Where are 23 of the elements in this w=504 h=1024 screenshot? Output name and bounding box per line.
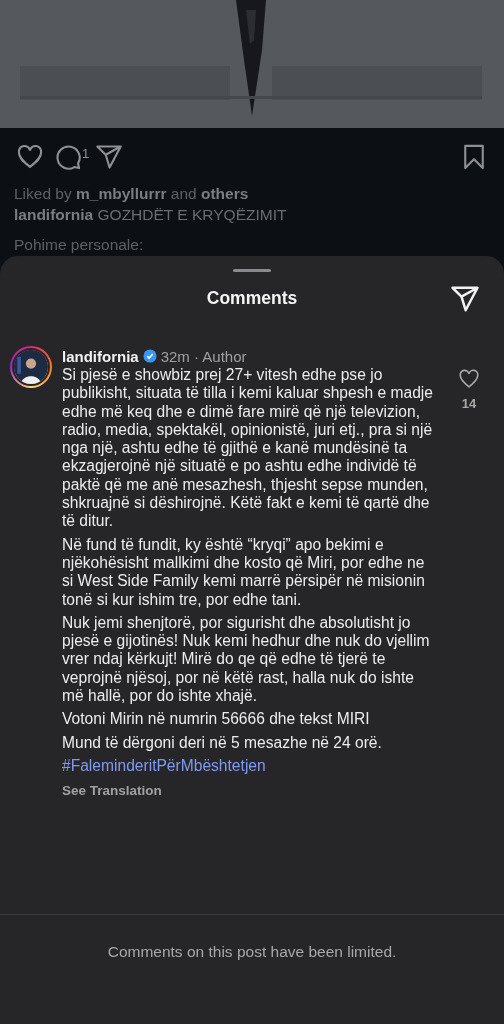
limited-comments-notice: Comments on this post have been limited.: [107, 943, 397, 962]
comment-count: 1: [82, 145, 90, 161]
post-caption: landifornia GOZHDËT E KRYQËZIMIT: [13, 205, 288, 224]
hashtag-link[interactable]: #FaleminderitPërMbështetjen: [62, 756, 438, 776]
drag-handle[interactable]: [233, 269, 271, 272]
avatar[interactable]: [10, 346, 52, 388]
comment-paragraph: Si pjesë e showbiz prej 27+ vitesh edhe pse jo publikisht, situata të tilla i kemi kaluar shpesh e madje edhe më keq dhe e dimë fare mirë që një televizion, radio, media, spektakël, opinionistë, juri etj., pra si një nga një, ashtu edhe të gjithë e kanë mundësinë ta ekzagjerojnë një situatë e po ashtu edhe individë të paktë që me anë mesazhesh, thjesht sepse munden, shkruajnë si dëshirojnë. Këtë fakt e kemi të qartë dhe të ditur.: [62, 366, 434, 531]
comment-meta: 32m · Author: [160, 347, 247, 365]
comment-paragraph: Nuk jemi shenjtorë, por sigurisht dhe absolutisht jo pjesë e gijotinës! Nuk kemi hedhur dhe nuk do vjellim vrer ndaj kërkujt! Mirë do qe që edhe të tjerë te veprojnë njësoj, por në këtë rast, halla nuk do ishte më hallë, por do ishte xhajë.: [62, 613, 431, 706]
see-translation-link[interactable]: See Translation: [62, 783, 162, 799]
send-icon[interactable]: [450, 284, 480, 314]
send-icon[interactable]: [95, 143, 124, 171]
comment-paragraph: Mund të dërgoni deri në 5 mesazhe në 24 orë.: [62, 733, 383, 752]
heart-icon[interactable]: [16, 143, 44, 171]
liked-by-text: Liked by m_mbyllurrr and others: [13, 184, 250, 203]
like-count: 14: [461, 396, 477, 411]
username[interactable]: landifornia: [62, 347, 139, 365]
comment-icon[interactable]: [54, 143, 82, 171]
comment-paragraph: Votoni Mirin në numrin 56666 dhe tekst MIRI: [62, 710, 371, 729]
caption-more-text: Pohime personale:: [13, 235, 145, 255]
sheet-title: Comments: [206, 287, 298, 309]
heart-icon[interactable]: [458, 368, 480, 390]
comment-paragraph: Në fund të fundit, ky është “kryqi” apo bekimi e njëkohësisht mallkimi dhe kosto që Miri, por edhe ne si West Side Family kemi marrë përsipër në misionin tonë si kur ishim tre, por edhe tani.: [62, 535, 426, 609]
